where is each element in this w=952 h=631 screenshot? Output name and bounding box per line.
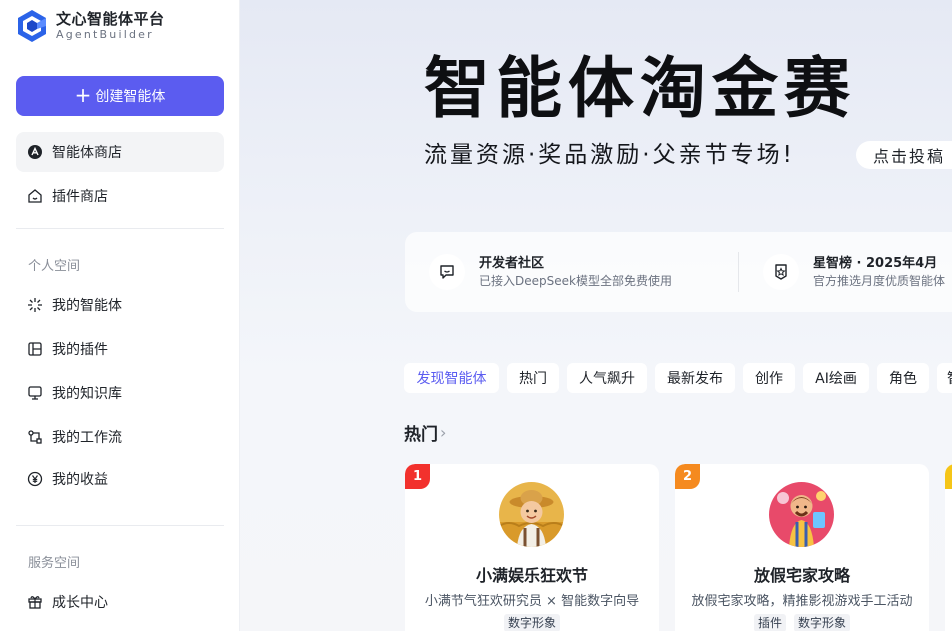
section-title: 热门 — [404, 425, 438, 445]
sparkle-icon — [26, 296, 44, 314]
agent-card[interactable] — [945, 464, 952, 631]
tab-creation[interactable]: 创作 — [743, 363, 795, 393]
tab-more[interactable]: 智 — [937, 363, 952, 393]
yen-icon — [26, 470, 44, 488]
sidebar-item-label: 成长中心 — [52, 595, 108, 611]
gift-icon — [26, 593, 44, 611]
divider — [16, 228, 224, 229]
tab-rising[interactable]: 人气飙升 — [567, 363, 647, 393]
agent-description: 小满节气狂欢研究员 × 智能数字向导 — [424, 594, 640, 609]
agent-name: 小满娱乐狂欢节 — [475, 566, 588, 585]
tab-discover[interactable]: 发现智能体 — [404, 363, 499, 393]
create-agent-label: 创建智能体 — [95, 89, 166, 105]
personal-space-title: 个人空间 — [28, 259, 81, 274]
rank-badge: 2 — [675, 464, 700, 489]
sidebar-item-label: 插件商店 — [52, 189, 108, 205]
app-name: 文心智能体平台 — [56, 10, 165, 28]
app-subname: AgentBuilder — [56, 28, 154, 41]
submit-button[interactable]: 点击投稿 — [856, 141, 952, 169]
sidebar-item-label: 我的工作流 — [52, 430, 122, 446]
logo[interactable]: 文心智能体平台 AgentBuilder — [16, 8, 165, 44]
sidebar-item-plugin-store[interactable]: 插件商店 — [16, 176, 224, 216]
rank-badge: 1 — [405, 464, 430, 489]
sidebar-item-growth-center[interactable]: 成长中心 — [16, 582, 224, 622]
tab-hot[interactable]: 热门 — [507, 363, 559, 393]
agent-description: 放假宅家攻略，精推影视游戏手工活动 — [691, 594, 913, 609]
chevron-right-icon: › — [440, 423, 447, 442]
store-icon — [26, 143, 44, 161]
sidebar-item-label: 我的插件 — [52, 342, 108, 358]
star-ranking-link[interactable]: 星智榜 · 2025年4月 官方推选月度优质智能体 — [763, 252, 945, 292]
agent-card[interactable]: 1 小满娱乐狂欢节 小满节气狂欢研究员 × 智能数字向导 数字形象 — [405, 464, 659, 631]
service-space-title: 服务空间 — [28, 556, 81, 571]
sidebar: 文心智能体平台 AgentBuilder + 创建智能体 智能体商店 插件商店 … — [0, 0, 240, 631]
agent-tag: 插件 — [753, 614, 786, 631]
rank-badge — [945, 464, 952, 489]
developer-community-link[interactable]: 开发者社区 已接入DeepSeek模型全部免费使用 — [429, 252, 672, 292]
plus-icon: + — [74, 83, 92, 107]
medal-icon — [763, 254, 799, 290]
banner-subtitle: 流量资源·奖品激励·父亲节专场! — [424, 142, 795, 168]
sidebar-item-my-earnings[interactable]: 我的收益 — [16, 459, 224, 499]
info-panel: 开发者社区 已接入DeepSeek模型全部免费使用 星智榜 · 2025年4月 … — [405, 232, 952, 312]
agent-card[interactable]: 2 放假宅家攻略 放假宅家攻略，精推影视游戏手工活动 插件 数字形象 — [675, 464, 929, 631]
info-title: 开发者社区 — [479, 256, 545, 271]
divider — [738, 252, 739, 292]
avatar — [769, 482, 834, 547]
layout-icon — [26, 340, 44, 358]
agent-tag: 数字形象 — [503, 614, 560, 631]
sidebar-item-label: 我的智能体 — [52, 298, 122, 314]
workflow-icon — [26, 428, 44, 446]
agent-name: 放假宅家攻略 — [753, 566, 850, 585]
logo-icon — [18, 10, 46, 42]
info-title: 星智榜 · 2025年4月 — [813, 256, 938, 271]
sidebar-item-my-agents[interactable]: 我的智能体 — [16, 285, 224, 325]
sidebar-item-my-plugins[interactable]: 我的插件 — [16, 329, 224, 369]
tab-role[interactable]: 角色 — [877, 363, 929, 393]
tab-ai-painting[interactable]: AI绘画 — [803, 363, 869, 393]
banner-title[interactable]: 智能体淘金赛 — [424, 46, 856, 132]
sidebar-item-label: 我的知识库 — [52, 386, 122, 402]
main-content: 智能体淘金赛 流量资源·奖品激励·父亲节专场! 点击投稿 开发者社区 已接入De… — [240, 0, 952, 631]
sidebar-item-label: 我的收益 — [52, 472, 108, 488]
plugin-store-icon — [26, 187, 44, 205]
sidebar-item-my-knowledge[interactable]: 我的知识库 — [16, 373, 224, 413]
sidebar-item-agent-store[interactable]: 智能体商店 — [16, 132, 224, 172]
sidebar-item-my-workflows[interactable]: 我的工作流 — [16, 417, 224, 457]
divider — [16, 525, 224, 526]
monitor-icon — [26, 384, 44, 402]
sidebar-item-label: 智能体商店 — [52, 145, 122, 161]
agent-tag: 数字形象 — [794, 614, 851, 631]
tab-latest[interactable]: 最新发布 — [655, 363, 735, 393]
info-desc: 已接入DeepSeek模型全部免费使用 — [479, 274, 672, 288]
avatar — [499, 482, 564, 547]
hot-section-heading[interactable]: 热门 › — [404, 420, 446, 445]
info-desc: 官方推选月度优质智能体 — [813, 274, 946, 288]
create-agent-button[interactable]: + 创建智能体 — [16, 76, 224, 116]
chat-icon — [429, 254, 465, 290]
